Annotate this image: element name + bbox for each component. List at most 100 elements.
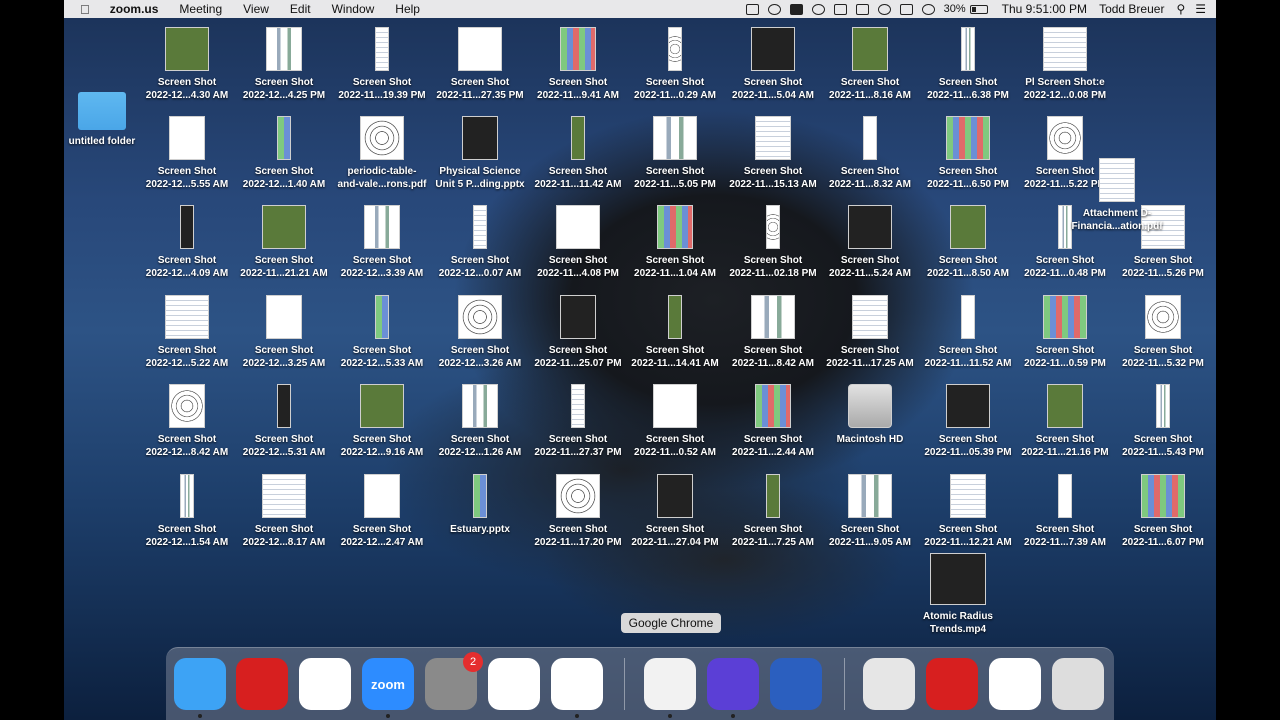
desktop-file[interactable]: Screen Shot 2022-11...11.52 AM bbox=[920, 295, 1016, 370]
desktop-file[interactable]: periodic-table-and-vale...rons.pdf bbox=[334, 116, 430, 191]
desktop-file[interactable]: Screen Shot 2022-12...1.54 AM bbox=[139, 474, 235, 549]
grammarly-icon[interactable] bbox=[833, 3, 847, 15]
desktop-file[interactable]: Screen Shot 2022-11...05.39 PM bbox=[920, 384, 1016, 459]
desktop-file[interactable]: Screen Shot 2022-11...6.50 PM bbox=[920, 116, 1016, 191]
desktop-file[interactable]: Screen Shot 2022-11...25.07 PM bbox=[530, 295, 626, 370]
acrobat-icon[interactable] bbox=[236, 658, 288, 710]
desktop-file[interactable]: Screen Shot 2022-11...15.13 AM bbox=[725, 116, 821, 191]
control-center-icon[interactable]: ☰ bbox=[1195, 2, 1206, 16]
desktop-file[interactable]: Screen Shot 2022-12...4.09 AM bbox=[139, 205, 235, 280]
quicktime-icon[interactable] bbox=[770, 658, 822, 710]
clock-icon[interactable] bbox=[877, 3, 891, 15]
desktop-file[interactable]: Screen Shot 2022-11...7.39 AM bbox=[1017, 474, 1113, 549]
desktop-file[interactable]: Screen Shot 2022-11...8.50 AM bbox=[920, 205, 1016, 280]
desktop-file[interactable]: Screen Shot 2022-11...5.43 PM bbox=[1115, 384, 1211, 459]
apple-icon[interactable]:  bbox=[80, 2, 90, 17]
trash-icon[interactable] bbox=[1052, 658, 1104, 710]
desktop-file[interactable]: Screen Shot 2022-11...6.38 PM bbox=[920, 27, 1016, 102]
menu-meeting[interactable]: Meeting bbox=[179, 2, 222, 16]
untitled-folder[interactable]: untitled folder bbox=[64, 92, 150, 149]
word-icon[interactable] bbox=[299, 658, 351, 710]
desktop-file[interactable]: Screen Shot 2022-12...3.39 AM bbox=[334, 205, 430, 280]
desktop-file[interactable]: Screen Shot 2022-11...8.16 AM bbox=[822, 27, 918, 102]
desktop-file[interactable]: Screen Shot 2022-11...5.04 AM bbox=[725, 27, 821, 102]
menu-help[interactable]: Help bbox=[395, 2, 420, 16]
desktop-file[interactable]: Screen Shot 2022-11...9.05 AM bbox=[822, 474, 918, 549]
chrome-icon[interactable] bbox=[644, 658, 696, 718]
desktop-file[interactable]: Pl Screen Shot:e 2022-12...0.08 PM bbox=[1017, 27, 1113, 102]
desktop-file[interactable]: Screen Shot 2022-12...5.22 AM bbox=[139, 295, 235, 370]
desktop-file[interactable]: Screen Shot 2022-11...14.41 AM bbox=[627, 295, 723, 370]
acrobat-folder-icon[interactable] bbox=[926, 658, 978, 710]
screenshot-icon[interactable] bbox=[989, 658, 1041, 710]
desktop-file[interactable]: Screen Shot 2022-11...11.42 AM bbox=[530, 116, 626, 191]
desktop-file[interactable]: Screen Shot 2022-12...4.30 AM bbox=[139, 27, 235, 102]
battery-status[interactable]: 30% bbox=[944, 3, 988, 15]
menu-edit[interactable]: Edit bbox=[290, 2, 311, 16]
desktop-file[interactable]: Screen Shot 2022-12...4.25 PM bbox=[236, 27, 332, 102]
app-menu-zoom[interactable]: zoom.us bbox=[110, 2, 159, 16]
desktop-file[interactable]: Screen Shot 2022-11...5.05 PM bbox=[627, 116, 723, 191]
menu-view[interactable]: View bbox=[243, 2, 269, 16]
desktop-file[interactable]: Screen Shot 2022-11...27.35 PM bbox=[432, 27, 528, 102]
video-file[interactable]: Atomic Radius Trends.mp4 bbox=[910, 553, 1006, 636]
macintosh-hd-icon[interactable]: Macintosh HD bbox=[822, 384, 918, 447]
desktop-file[interactable]: Screen Shot 2022-12...8.17 AM bbox=[236, 474, 332, 549]
desktop-file[interactable]: Screen Shot 2022-11...0.52 AM bbox=[627, 384, 723, 459]
desktop-file[interactable]: Screen Shot 2022-11...27.37 PM bbox=[530, 384, 626, 459]
desktop-file[interactable]: Screen Shot 2022-12...5.31 AM bbox=[236, 384, 332, 459]
powerpoint-icon[interactable] bbox=[551, 658, 603, 718]
desktop-file[interactable]: Screen Shot 2022-11...19.39 PM bbox=[334, 27, 430, 102]
desktop-file[interactable]: Screen Shot 2022-12...3.25 AM bbox=[236, 295, 332, 370]
zoom-icon[interactable]: zoom bbox=[362, 658, 414, 718]
imovie-icon[interactable] bbox=[707, 658, 759, 718]
desktop-file[interactable]: Screen Shot 2022-11...6.07 PM bbox=[1115, 474, 1211, 549]
desktop-file[interactable]: Screen Shot 2022-12...8.42 AM bbox=[139, 384, 235, 459]
desktop-file[interactable]: Screen Shot 2022-11...27.04 PM bbox=[627, 474, 723, 549]
desktop-file[interactable]: Screen Shot 2022-11...17.25 AM bbox=[822, 295, 918, 370]
desktop-file[interactable]: Screen Shot 2022-12...3.26 AM bbox=[432, 295, 528, 370]
desktop-file[interactable]: Screen Shot 2022-12...1.40 AM bbox=[236, 116, 332, 191]
desktop-file[interactable]: Screen Shot 2022-11...5.24 AM bbox=[822, 205, 918, 280]
spotlight-search-icon[interactable]: ⚲ bbox=[1176, 2, 1185, 16]
desktop-file[interactable]: Screen Shot 2022-11...0.29 AM bbox=[627, 27, 723, 102]
clock[interactable]: Thu 9:51:00 PM bbox=[1002, 2, 1087, 16]
attachment-pdf[interactable]: Attachment D- Financia...ation.pdf bbox=[1069, 158, 1165, 233]
desktop-file[interactable]: Screen Shot 2022-12...0.07 AM bbox=[432, 205, 528, 280]
desktop-file[interactable]: Screen Shot 2022-11...4.08 PM bbox=[530, 205, 626, 280]
desktop-file[interactable]: Screen Shot 2022-12...5.33 AM bbox=[334, 295, 430, 370]
desktop-file[interactable]: Physical Science Unit 5 P...ding.pptx bbox=[432, 116, 528, 191]
desktop-file[interactable]: Screen Shot 2022-12...2.47 AM bbox=[334, 474, 430, 549]
desktop-file[interactable]: Screen Shot 2022-11...02.18 PM bbox=[725, 205, 821, 280]
user-name[interactable]: Todd Breuer bbox=[1099, 2, 1164, 16]
wifi-icon[interactable] bbox=[921, 3, 935, 15]
desktop-file[interactable]: Screen Shot 2022-11...1.04 AM bbox=[627, 205, 723, 280]
desktop-file[interactable]: Screen Shot 2022-11...12.21 AM bbox=[920, 474, 1016, 549]
desktop-file[interactable]: Screen Shot 2022-11...7.25 AM bbox=[725, 474, 821, 549]
desktop-file[interactable]: Screen Shot 2022-11...21.21 AM bbox=[236, 205, 332, 280]
desktop-file[interactable]: Screen Shot 2022-11...17.20 PM bbox=[530, 474, 626, 549]
desktop-file[interactable]: Screen Shot 2022-11...5.32 PM bbox=[1115, 295, 1211, 370]
bluetooth-icon[interactable] bbox=[899, 3, 913, 15]
menu-window[interactable]: Window bbox=[332, 2, 375, 16]
desktop-file[interactable]: Screen Shot 2022-11...8.42 AM bbox=[725, 295, 821, 370]
finder-icon[interactable] bbox=[174, 658, 226, 718]
drive-icon[interactable] bbox=[789, 3, 803, 15]
preview-icon[interactable] bbox=[863, 658, 915, 710]
dock-app-glyph bbox=[863, 658, 915, 710]
desktop-file[interactable]: Screen Shot 2022-12...1.26 AM bbox=[432, 384, 528, 459]
desktop-file[interactable]: Screen Shot 2022-12...9.16 AM bbox=[334, 384, 430, 459]
numbers-icon[interactable] bbox=[488, 658, 540, 710]
desktop-file[interactable]: Screen Shot 2022-11...0.59 PM bbox=[1017, 295, 1113, 370]
desktop-file[interactable]: Screen Shot 2022-11...2.44 AM bbox=[725, 384, 821, 459]
mountain-icon[interactable] bbox=[811, 3, 825, 15]
screen-mirror-icon[interactable] bbox=[855, 3, 869, 15]
system-preferences-icon[interactable]: 2 bbox=[425, 652, 483, 710]
desktop-file[interactable]: Screen Shot 2022-12...5.55 AM bbox=[139, 116, 235, 191]
cloud-icon[interactable] bbox=[767, 3, 781, 15]
desktop-file[interactable]: Screen Shot 2022-11...8.32 AM bbox=[822, 116, 918, 191]
desktop-file[interactable]: Screen Shot 2022-11...9.41 AM bbox=[530, 27, 626, 102]
desktop-file[interactable]: Screen Shot 2022-11...21.16 PM bbox=[1017, 384, 1113, 459]
lock-icon[interactable] bbox=[745, 3, 759, 15]
desktop-file[interactable]: Estuary.pptx bbox=[432, 474, 528, 537]
